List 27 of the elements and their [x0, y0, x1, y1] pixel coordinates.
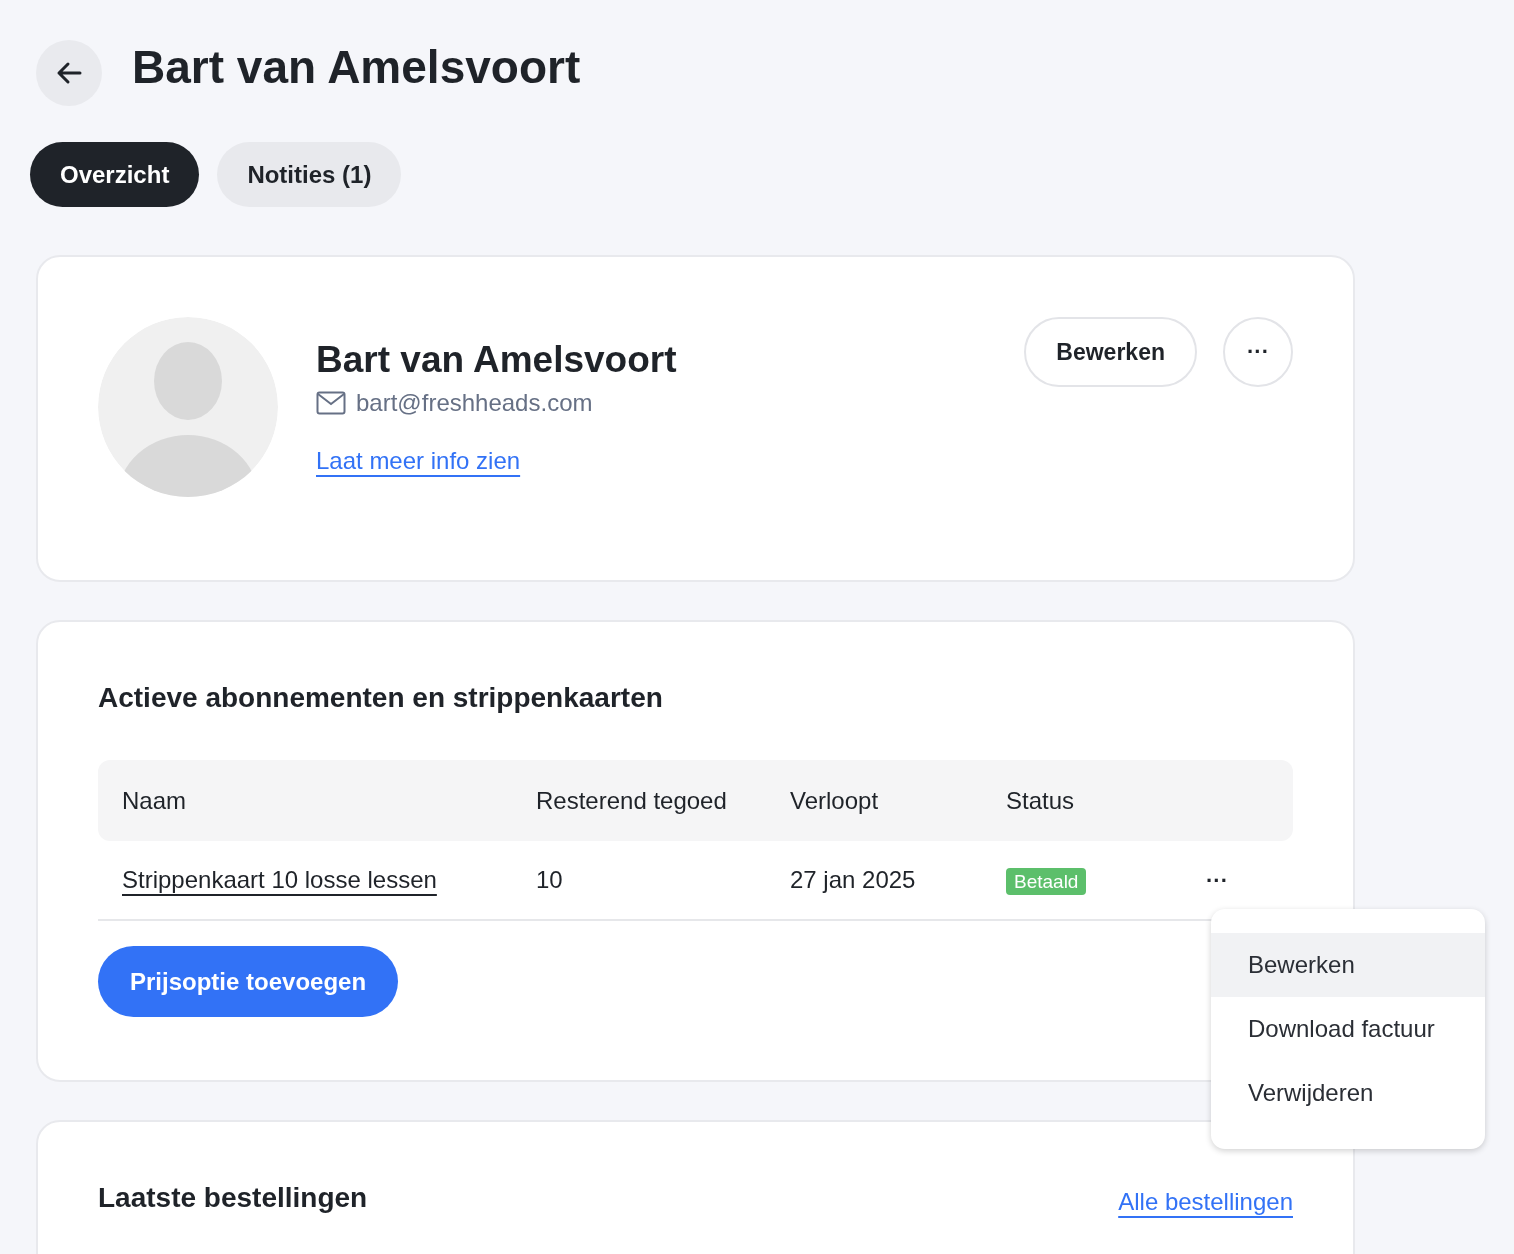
- all-orders-link[interactable]: Alle bestellingen: [1118, 1188, 1293, 1216]
- section-title: Actieve abonnementen en strippenkaarten: [98, 682, 664, 714]
- column-header: Status: [982, 760, 1182, 841]
- row-actions-button[interactable]: ···: [1206, 868, 1228, 894]
- more-options-button[interactable]: ···: [1223, 317, 1293, 387]
- menu-item[interactable]: Download factuur: [1211, 997, 1485, 1061]
- subscription-name-link[interactable]: Strippenkaart 10 losse lessen: [122, 866, 437, 893]
- back-arrow-icon: [56, 61, 82, 85]
- email-address: bart@freshheads.com: [356, 389, 593, 417]
- mail-icon: [316, 391, 346, 415]
- customer-name: Bart van Amelsvoort: [316, 339, 678, 381]
- table-cell: 10: [536, 866, 563, 893]
- column-header: Verloopt: [766, 760, 982, 841]
- add-price-option-button[interactable]: Prijsoptie toevoegen: [98, 946, 399, 1017]
- menu-item[interactable]: Bewerken: [1211, 933, 1485, 997]
- column-header: Resterend tegoed: [512, 760, 766, 841]
- avatar-icon: [98, 317, 278, 497]
- table-cell: 27 jan 2025: [790, 866, 916, 893]
- section-title: Laatste bestellingen: [98, 1182, 368, 1214]
- more-info-link[interactable]: Laat meer info zien: [316, 447, 521, 475]
- page-title: Bart van Amelsvoort: [132, 40, 581, 94]
- menu-item[interactable]: Verwijderen: [1211, 1061, 1485, 1125]
- tab[interactable]: Overzicht: [30, 142, 200, 207]
- tab[interactable]: Notities (1): [217, 142, 402, 207]
- column-header: Naam: [98, 760, 512, 841]
- edit-button[interactable]: Bewerken: [1024, 317, 1197, 387]
- status-badge: Betaald: [1006, 868, 1087, 895]
